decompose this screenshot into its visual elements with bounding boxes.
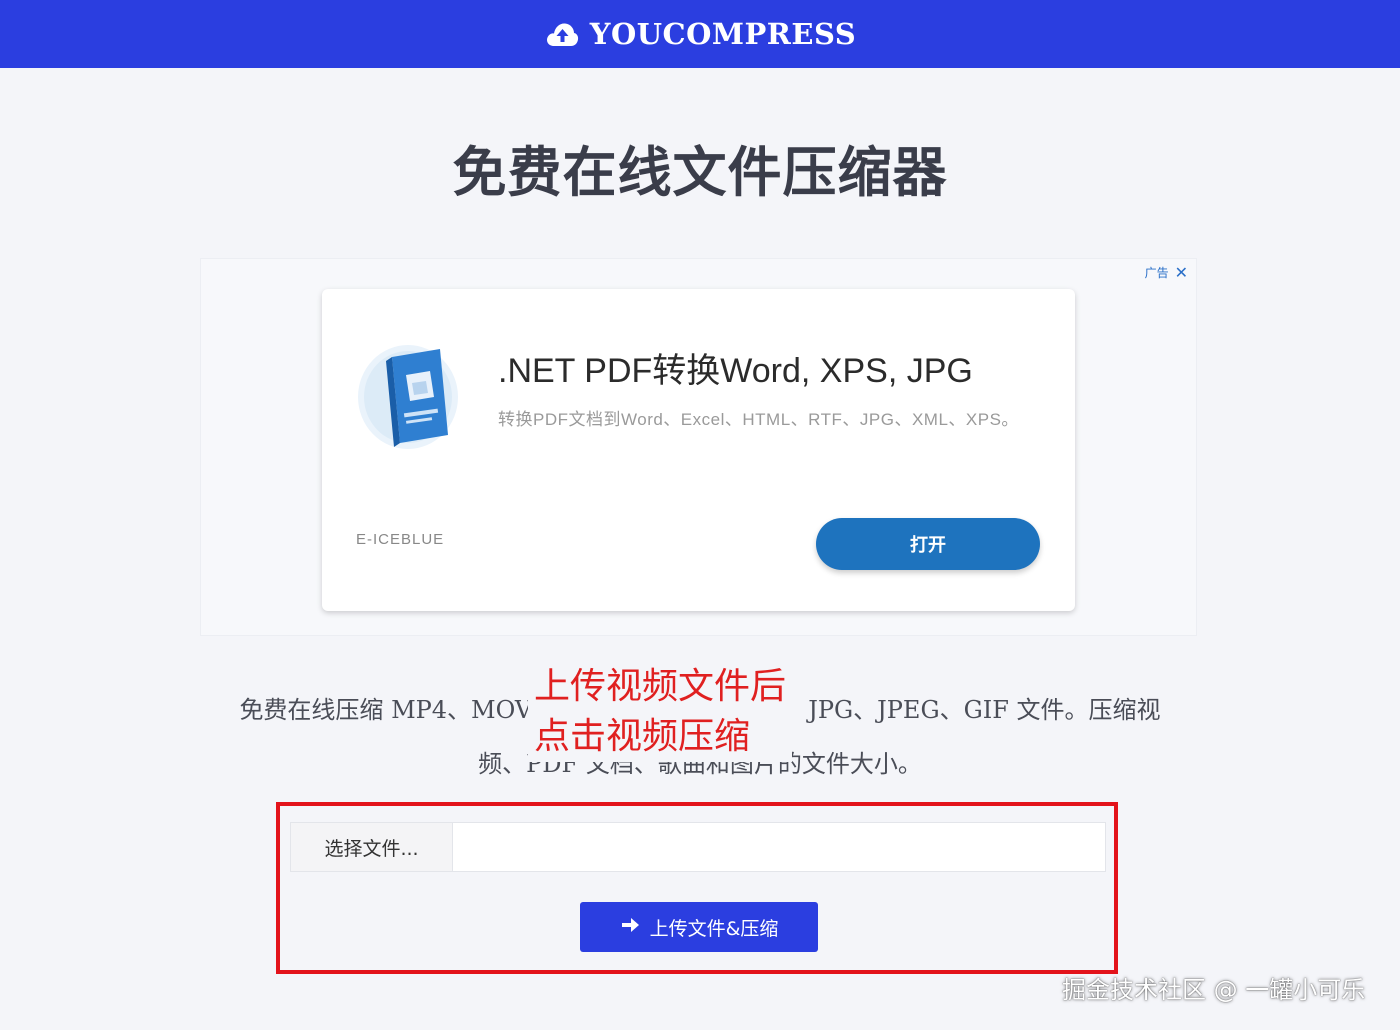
description-line-1-left: 免费在线压缩 MP4、MOV: [239, 696, 533, 724]
ad-advertiser: E-ICEBLUE: [356, 531, 445, 548]
site-header: YOUCOMPRESS: [0, 0, 1400, 68]
product-box-image: [356, 335, 466, 453]
cloud-upload-icon: [544, 19, 580, 49]
upload-compress-label: 上传文件&压缩: [649, 917, 779, 940]
ad-label[interactable]: 广告 ✕: [1145, 263, 1188, 282]
close-icon[interactable]: ✕: [1175, 263, 1188, 282]
description-line-1-right: JPG、JPEG、GIF 文件。压缩视: [808, 696, 1161, 724]
upload-compress-button[interactable]: 上传文件&压缩: [580, 902, 818, 952]
red-annotation: 上传视频文件后 点击视频压缩: [528, 662, 793, 762]
ad-label-text: 广告: [1144, 266, 1169, 280]
file-name-field[interactable]: [453, 823, 1105, 871]
annotation-line-2: 点击视频压缩: [534, 716, 751, 757]
ad-card[interactable]: .NET PDF转换Word, XPS, JPG 转换PDF文档到Word、Ex…: [322, 289, 1075, 611]
watermark: 掘金技术社区 @ 一罐小可乐: [1062, 976, 1366, 1004]
brand-logo-text[interactable]: YOUCOMPRESS: [590, 17, 856, 51]
choose-file-button[interactable]: 选择文件...: [291, 823, 453, 871]
arrow-right-icon: [620, 916, 640, 939]
page-title: 免费在线文件压缩器: [452, 141, 948, 204]
ad-description: 转换PDF文档到Word、Excel、HTML、RTF、JPG、XML、XPS。: [498, 410, 1019, 429]
ad-container: 广告 ✕ .NET PDF转换Word, XPS, JPG 转换PDF文档到Wo…: [200, 258, 1197, 636]
ad-headline[interactable]: .NET PDF转换Word, XPS, JPG: [498, 343, 973, 392]
file-input[interactable]: 选择文件...: [290, 822, 1106, 872]
annotation-line-1: 上传视频文件后: [534, 666, 787, 707]
ad-open-button[interactable]: 打开: [816, 518, 1040, 570]
upload-form-highlight: 选择文件... 上传文件&压缩: [276, 802, 1118, 974]
